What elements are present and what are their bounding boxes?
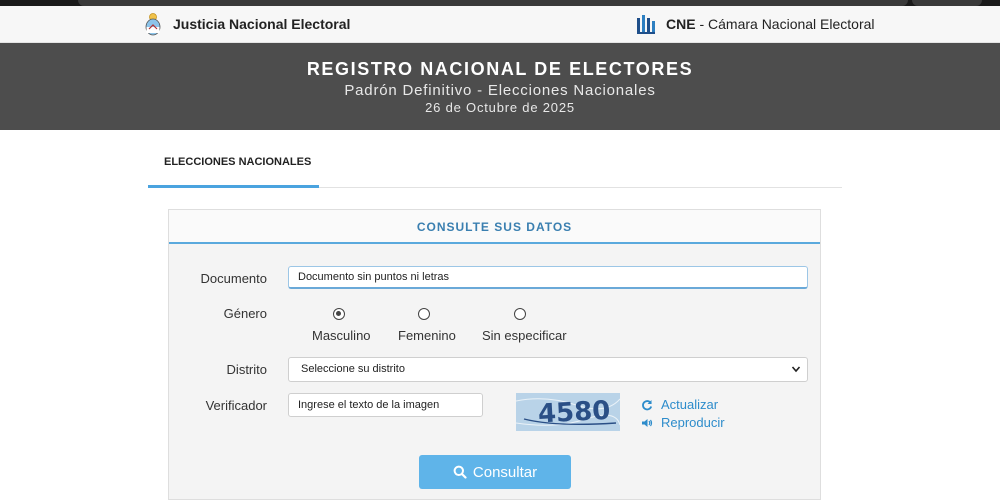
tab-bar: ELECCIONES NACIONALES — [148, 130, 842, 188]
play-audio-link[interactable]: Reproducir — [641, 415, 725, 430]
verificador-label: Verificador — [205, 398, 267, 413]
search-icon — [453, 465, 467, 479]
consultar-button[interactable]: Consultar — [419, 455, 571, 489]
form-title: CONSULTE SUS DATOS — [416, 220, 573, 234]
election-date: 26 de Octubre de 2025 — [425, 100, 575, 115]
genero-label: Género — [223, 306, 267, 321]
genero-radio-femenino[interactable] — [418, 308, 430, 320]
page-title: REGISTRO NACIONAL DE ELECTORES — [306, 59, 694, 79]
hero-banner: REGISTRO NACIONAL DE ELECTORES Padrón De… — [0, 43, 1000, 130]
top-bar: Justicia Nacional Electoral CNE - Cámara… — [0, 6, 1000, 43]
genero-option-femenino: Femenino — [398, 328, 456, 343]
documento-label: Documento — [200, 271, 267, 286]
distrito-select[interactable]: Seleccione su distrito — [288, 357, 808, 382]
verificador-input[interactable]: Ingrese el texto de la imagen — [288, 393, 483, 417]
page-subtitle: Padrón Definitivo - Elecciones Nacionale… — [344, 82, 656, 99]
form-header: CONSULTE SUS DATOS — [169, 210, 820, 244]
cne-full-name: - Cámara Nacional Electoral — [699, 16, 875, 32]
tab-label: ELECCIONES NACIONALES — [164, 156, 312, 168]
refresh-label: Actualizar — [661, 397, 719, 412]
captcha-graphic: 4580 — [516, 396, 620, 430]
jne-brand[interactable]: Justicia Nacional Electoral — [144, 10, 350, 38]
cne-abbr: CNE — [666, 16, 696, 32]
refresh-captcha-link[interactable]: Actualizar — [641, 397, 718, 412]
cne-brand[interactable]: CNE - Cámara Nacional Electoral — [636, 10, 875, 38]
speaker-icon — [642, 418, 653, 427]
consultar-label: Consultar — [472, 463, 538, 481]
cne-title: CNE - Cámara Nacional Electoral — [666, 16, 875, 32]
refresh-icon — [642, 399, 653, 410]
cne-logo-icon — [637, 15, 655, 34]
tab-elecciones-nacionales[interactable]: ELECCIONES NACIONALES — [148, 130, 319, 188]
captcha-image: 4580 — [516, 393, 620, 431]
genero-option-sin-especificar: Sin especificar — [482, 328, 567, 343]
distrito-selected-value: Seleccione su distrito — [301, 363, 405, 375]
genero-option-masculino: Masculino — [312, 328, 371, 343]
genero-radio-sin-especificar[interactable] — [514, 308, 526, 320]
genero-radio-masculino[interactable] — [333, 308, 345, 320]
documento-input[interactable]: Documento sin puntos ni letras — [288, 266, 808, 289]
audio-label: Reproducir — [661, 415, 725, 430]
chevron-down-icon — [791, 366, 801, 373]
brand-title: Justicia Nacional Electoral — [173, 16, 351, 32]
distrito-label: Distrito — [226, 362, 267, 377]
argentina-coat-of-arms-icon — [145, 13, 161, 36]
